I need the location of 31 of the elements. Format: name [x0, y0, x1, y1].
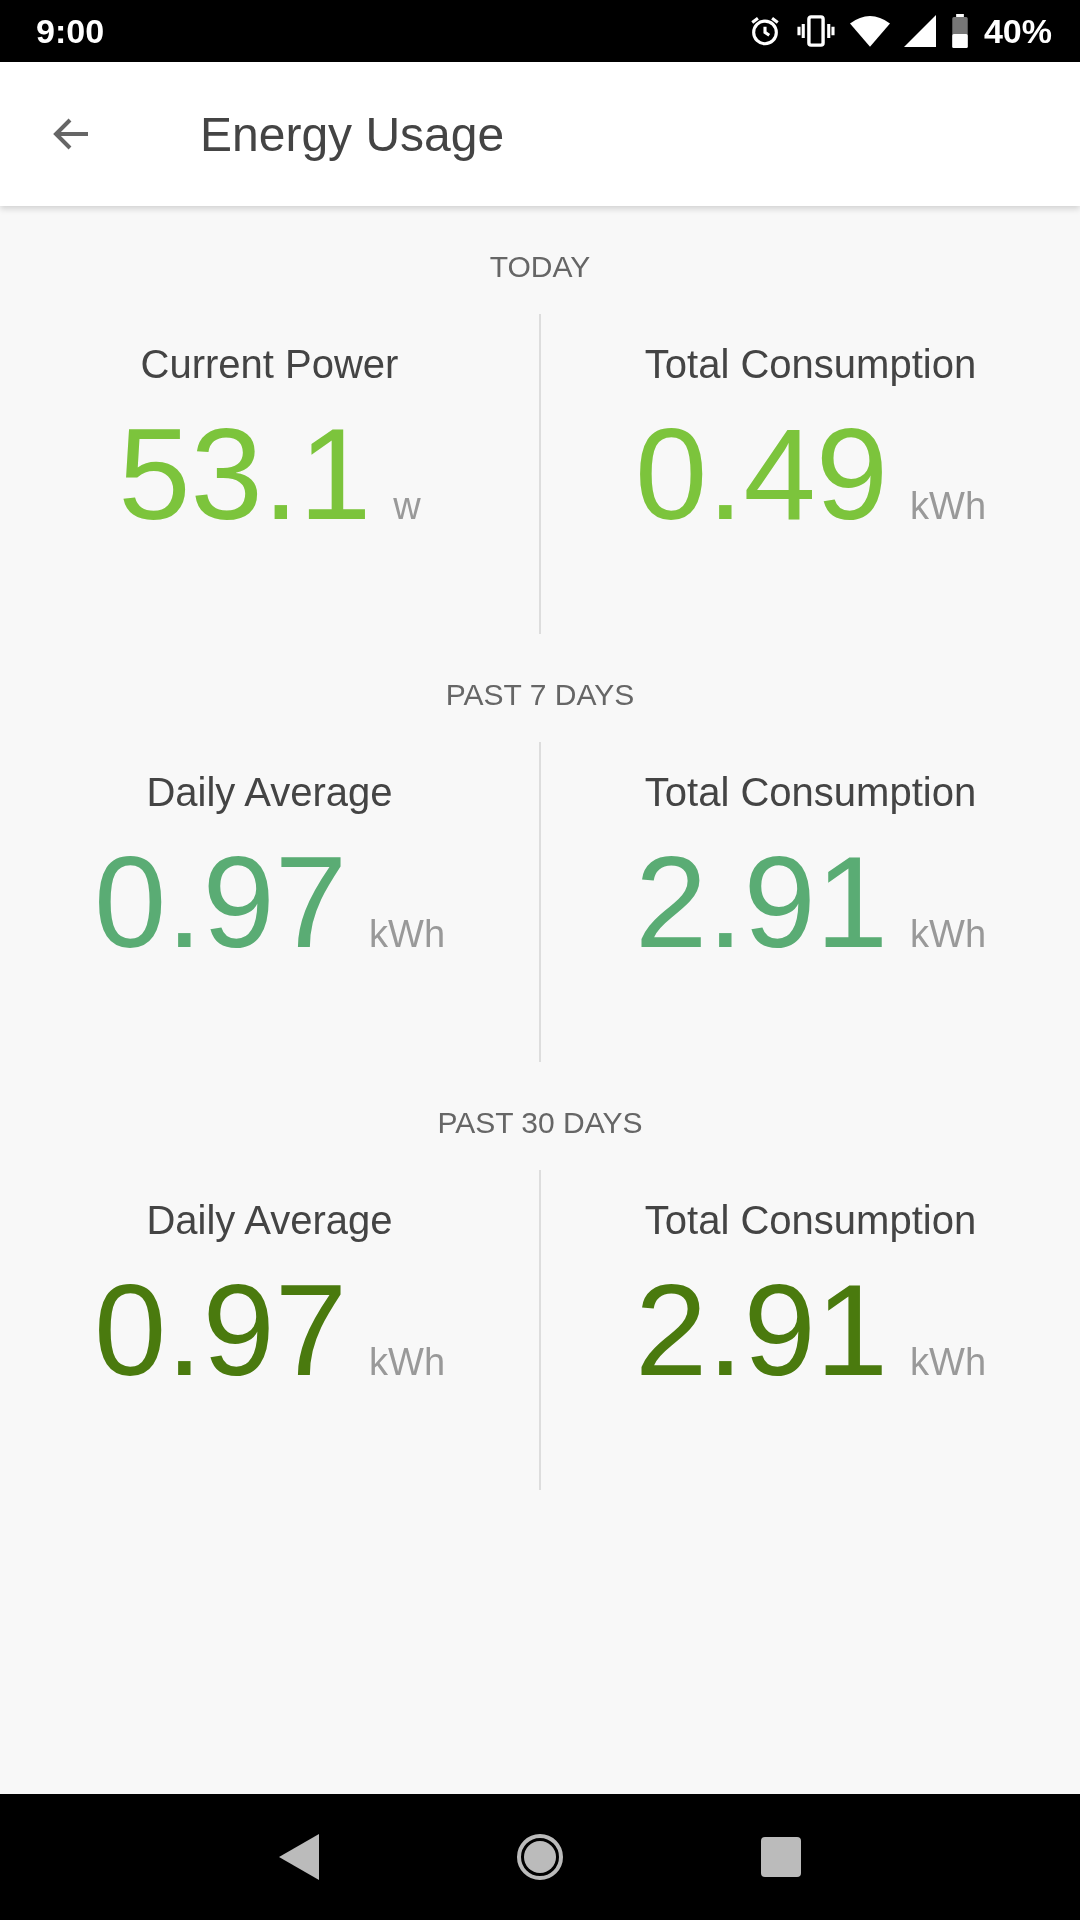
metric-value: 53.1 — [118, 409, 372, 539]
metric-unit: kWh — [910, 485, 986, 528]
metric-label: Total Consumption — [644, 1198, 977, 1243]
metric-value: 0.49 — [635, 409, 888, 539]
metric-unit: kWh — [910, 913, 986, 956]
wifi-icon — [849, 15, 890, 47]
home-circle-icon[interactable] — [516, 1833, 564, 1881]
metric-value: 0.97 — [94, 837, 347, 967]
metric-label: Total Consumption — [644, 770, 977, 815]
metric-unit: kWh — [369, 913, 445, 956]
battery-icon — [949, 14, 970, 48]
metric-value: 2.91 — [635, 837, 888, 967]
signal-icon — [903, 15, 936, 47]
metric-unit: w — [393, 485, 421, 528]
section-heading: PAST 30 DAYS — [437, 1106, 643, 1140]
metric-label: Total Consumption — [644, 342, 977, 387]
metric-label: Daily Average — [146, 1198, 393, 1243]
metric-unit: kWh — [910, 1341, 986, 1384]
status-time: 9:00 — [36, 11, 105, 51]
battery-percent: 40% — [983, 11, 1052, 51]
metric-label: Current Power — [140, 342, 399, 387]
section-heading: PAST 7 DAYS — [445, 678, 635, 712]
metric-value: 2.91 — [635, 1265, 888, 1395]
back-triangle-icon[interactable] — [278, 1834, 319, 1880]
metric-value: 0.97 — [94, 1265, 347, 1395]
overview-square-icon[interactable] — [761, 1837, 802, 1877]
section-heading: TODAY — [489, 250, 591, 284]
screen-title: Energy Usage — [200, 106, 505, 162]
vibrate-icon — [795, 14, 836, 48]
metric-unit: kWh — [369, 1341, 445, 1384]
metric-label: Daily Average — [146, 770, 393, 815]
